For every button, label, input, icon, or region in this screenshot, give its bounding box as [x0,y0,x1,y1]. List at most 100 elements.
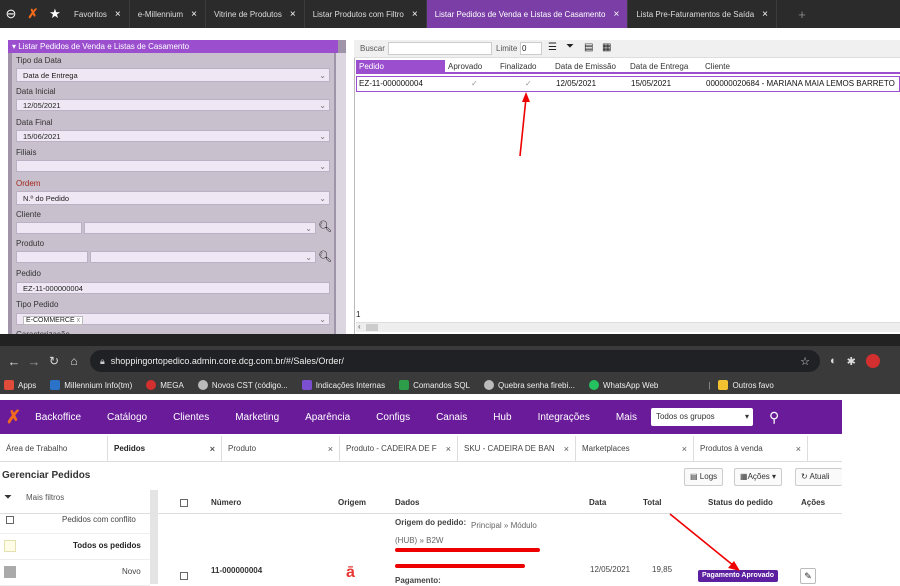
bookmark-indicacoes[interactable]: Indicações Internas [301,380,385,390]
mais-filtros[interactable]: Mais filtros [26,493,64,502]
tab-pedidos[interactable]: Pedidos × [108,436,222,462]
bookmark-whatsapp[interactable]: WhatsApp Web [588,380,658,390]
col-finalizado[interactable]: Finalizado [497,60,552,74]
col-origem[interactable]: Origem [338,498,366,507]
nav-integracoes[interactable]: Integrações [538,412,590,423]
search-icon[interactable]: ⚲ [769,409,779,426]
nav-backoffice[interactable]: Backoffice [35,412,81,423]
tab-marketplaces[interactable]: Marketplaces × [576,436,694,462]
close-icon[interactable]: × [115,9,121,20]
reload-icon[interactable]: ↻ [44,354,64,368]
close-icon[interactable]: × [446,436,451,462]
col-data-entrega[interactable]: Data de Entrega [627,60,702,74]
pedido-field[interactable]: EZ-11-000000004 [16,282,330,294]
list-icon[interactable]: ☰ [548,42,557,53]
close-icon[interactable]: × [796,436,801,462]
tab-e-millennium[interactable]: e-Millennium × [130,0,206,28]
row-checkbox[interactable] [180,572,188,580]
col-status[interactable]: Status do pedido [708,498,773,507]
nav-configs[interactable]: Configs [376,412,410,423]
close-icon[interactable]: × [191,9,197,20]
acoes-button[interactable]: ▦Ações ▾ [734,468,783,486]
tab-produto[interactable]: Produto × [222,436,340,462]
logo-icon[interactable]: ✗ [6,407,21,428]
close-icon[interactable]: × [682,436,687,462]
data-final-field[interactable]: 15/06/2021 ⌄ [16,130,330,142]
col-dados[interactable]: Dados [395,498,419,507]
home-icon[interactable]: ⌂ [64,354,84,368]
back-icon[interactable]: ⊖ [0,6,22,22]
col-total[interactable]: Total [643,498,662,507]
tab-sku-cadeira[interactable]: SKU - CADEIRA DE BAN × [458,436,576,462]
avatar[interactable] [865,354,880,368]
bookmark-novos-cst[interactable]: Novos CST (código... [197,380,288,390]
close-icon[interactable]: × [210,436,215,462]
export-icon[interactable]: ▤ [584,42,593,53]
tab-produtos-venda[interactable]: Produtos à venda × [694,436,808,462]
nav-aparencia[interactable]: Aparência [305,412,350,423]
limite-input[interactable]: 0 [520,42,542,55]
scroll-thumb[interactable] [366,324,378,331]
forward-arrow-icon[interactable]: → [24,354,44,369]
todos-checkbox[interactable] [4,540,16,552]
search-input[interactable] [388,42,492,55]
nav-clientes[interactable]: Clientes [173,412,209,423]
close-icon[interactable]: × [328,436,333,462]
close-icon[interactable]: × [290,9,296,20]
nav-canais[interactable]: Canais [436,412,467,423]
col-cliente[interactable]: Cliente [702,60,900,74]
col-data-emissao[interactable]: Data de Emissão [552,60,627,74]
tab-vitrine[interactable]: Vitrine de Produtos × [206,0,305,28]
bookmark-mega[interactable]: MEGA [146,380,184,390]
horizontal-scrollbar[interactable] [356,322,900,332]
bookmark-quebra-senha[interactable]: Quebra senha firebi... [484,380,575,390]
filter-scrollbar[interactable] [336,53,346,334]
tipo-pedido-select[interactable]: E-COMMERCE x ⌄ [16,313,330,325]
data-inicial-field[interactable]: 12/05/2021 ⌄ [16,99,330,111]
close-icon[interactable]: × [762,9,768,20]
extension-icon[interactable]: ◐ [830,355,837,367]
ordem-select[interactable]: N.º do Pedido ⌄ [16,191,330,205]
nav-hub[interactable]: Hub [493,412,511,423]
bookmark-millennium[interactable]: Millennium Info(tm) [50,380,132,390]
order-number[interactable]: 11-000000004 [211,566,262,575]
tab-area-trabalho[interactable]: Área de Trabalho [0,436,108,462]
close-icon[interactable]: × [613,9,619,20]
cliente-name-field[interactable]: ⌄ [84,222,316,234]
nav-catalogo[interactable]: Catálogo [107,412,147,423]
address-bar[interactable]: 🔒︎ shoppingortopedico.admin.core.dcg.com… [90,350,820,372]
col-data[interactable]: Data [589,498,606,507]
search-icon[interactable]: 🔍︎ [318,250,332,263]
tab-favoritos[interactable]: Favoritos × [66,0,130,28]
filter-icon[interactable]: ⏷ [566,41,574,52]
edit-icon[interactable]: ✎ [800,568,816,584]
novo-color-box[interactable] [4,566,16,578]
nav-mais[interactable]: Mais [616,412,637,423]
bookmark-outros[interactable]: Outros favo [718,380,774,390]
close-icon[interactable]: × [412,9,418,20]
bookmark-apps[interactable]: Apps [4,380,36,390]
conflito-checkbox[interactable] [6,516,14,524]
col-pedido[interactable]: Pedido [356,60,445,74]
print-icon[interactable]: ▦ [602,42,611,53]
chip-remove-icon[interactable]: x [77,317,81,324]
filiais-select[interactable]: ⌄ [16,160,330,172]
col-aprovado[interactable]: Aprovado [445,60,497,74]
bookmark-comandos-sql[interactable]: Comandos SQL [399,380,470,390]
cliente-code-field[interactable] [16,222,82,234]
logs-button[interactable]: ▤ Logs [684,468,724,486]
tab-produto-cadeira[interactable]: Produto - CADEIRA DE F × [340,436,458,462]
select-all-checkbox[interactable] [180,499,188,507]
filter-add-icon[interactable]: ⏷ [4,492,12,503]
search-icon[interactable]: 🔍︎ [318,220,332,233]
group-select[interactable]: Todos os grupos ▾ [650,408,753,426]
tipo-data-select[interactable]: Data de Entrega ⌄ [16,68,330,82]
star-icon[interactable]: ☆ [800,355,810,368]
scroll-left-icon[interactable]: ‹ [358,322,361,331]
atualizar-button[interactable]: ↻ Atuali [795,468,842,486]
puzzle-icon[interactable]: ✱ [847,355,856,368]
back-arrow-icon[interactable]: ← [4,354,24,369]
produto-name-field[interactable]: ⌄ [90,251,316,263]
col-numero[interactable]: Número [211,498,241,507]
tab-listar-pedidos[interactable]: Listar Pedidos de Venda e Listas de Casa… [426,0,629,28]
